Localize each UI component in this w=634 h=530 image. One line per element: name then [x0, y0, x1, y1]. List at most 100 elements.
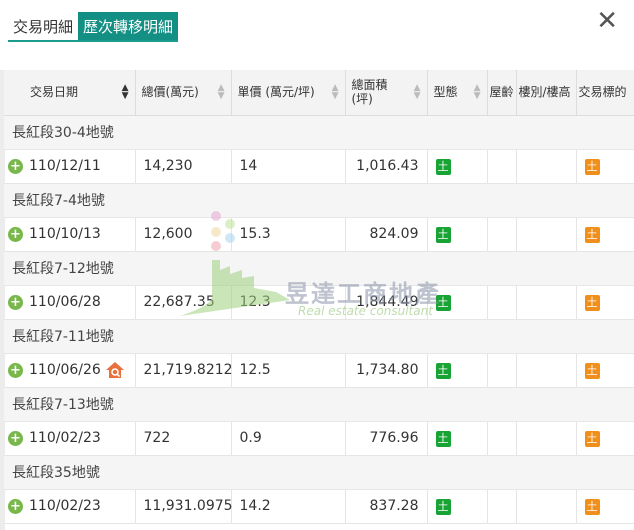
table-row[interactable]: +110/02/23 11,931.0975 14.2 837.28 土 土 — [4, 489, 634, 524]
land-type-badge: 土 — [435, 158, 451, 175]
parcel-name: 長紅段7-12地號 — [4, 251, 634, 286]
transfer-table-container: 交易日期 ▲ ▼ 總價(萬元) ▲ ▼ 單價 (萬元/坪) ▲ ▼ 總面積 (坪) ▲ ▼ 型態… — [4, 70, 634, 530]
land-target-badge[interactable]: 土 — [584, 362, 600, 379]
expand-icon[interactable]: + — [8, 226, 23, 242]
cell-target: 土 — [576, 489, 634, 524]
cell-age — [487, 149, 517, 184]
cell-floor — [516, 421, 577, 456]
cell-floor — [516, 489, 577, 524]
tab-bar: 交易明細 歷次轉移明細 — [8, 12, 179, 42]
expand-icon[interactable]: + — [8, 430, 23, 446]
cell-type: 土 — [427, 285, 488, 320]
table-row[interactable]: +110/06/26 21,719.8212 12.5 1,734.80 土 土 — [4, 353, 634, 388]
cell-type: 土 — [427, 353, 488, 388]
cell-age — [487, 217, 517, 252]
cell-target: 土 — [576, 285, 634, 320]
cell-unit-price: 15.3 — [231, 217, 346, 252]
parcel-name: 長紅段7-11地號 — [4, 319, 634, 354]
tab-transaction-detail[interactable]: 交易明細 — [8, 12, 79, 42]
column-header-floor: 樓別/樓高 — [516, 70, 577, 116]
cell-date: +110/06/26 — [4, 353, 136, 388]
cell-type: 土 — [427, 217, 488, 252]
cell-date: +110/12/11 — [4, 149, 136, 184]
parcel-name: 長紅段30-4地號 — [4, 115, 634, 150]
cell-age — [487, 421, 517, 456]
parcel-name: 長紅段7-4地號 — [4, 183, 634, 218]
cell-type: 土 — [427, 489, 488, 524]
expand-icon[interactable]: + — [8, 158, 23, 174]
cell-type: 土 — [427, 149, 488, 184]
sort-icon[interactable]: ▲ ▼ — [332, 84, 339, 101]
column-header-total-price[interactable]: 總價(萬元) ▲ ▼ — [135, 70, 232, 116]
cell-date: +110/02/23 — [4, 489, 136, 524]
sort-icon[interactable]: ▲ ▼ — [414, 84, 421, 101]
cell-total-price: 22,687.35 — [135, 285, 232, 320]
parcel-group-row: 長紅段7-13地號 — [4, 387, 634, 422]
parcel-group-row: 長紅段35地號 — [4, 455, 634, 490]
cell-total-price: 12,600 — [135, 217, 232, 252]
column-header-type[interactable]: 型態 ▲ ▼ — [427, 70, 488, 116]
cell-floor — [516, 285, 577, 320]
cell-total-area: 1,734.80 — [345, 353, 428, 388]
column-header-target: 交易標的 — [576, 70, 634, 116]
land-type-badge: 土 — [435, 294, 451, 311]
cell-age — [487, 285, 517, 320]
table-row[interactable]: +110/02/23 722 0.9 776.96 土 土 — [4, 421, 634, 456]
expand-icon[interactable]: + — [8, 498, 23, 514]
cell-date: +110/10/13 — [4, 217, 136, 252]
table-row[interactable]: +110/12/11 14,230 14 1,016.43 土 土 — [4, 149, 634, 184]
cell-total-price: 14,230 — [135, 149, 232, 184]
cell-target: 土 — [576, 149, 634, 184]
parcel-name: 長紅段7-13地號 — [4, 387, 634, 422]
cell-floor — [516, 149, 577, 184]
cell-total-area: 837.28 — [345, 489, 428, 524]
cell-target: 土 — [576, 217, 634, 252]
column-header-age: 屋齡 — [487, 70, 517, 116]
cell-floor — [516, 353, 577, 388]
parcel-group-row: 長紅段7-11地號 — [4, 319, 634, 354]
cell-unit-price: 12.5 — [231, 353, 346, 388]
cell-total-price: 21,719.8212 — [135, 353, 233, 388]
house-search-icon[interactable] — [105, 361, 125, 379]
cell-date: +110/02/23 — [4, 421, 136, 456]
cell-total-price: 722 — [135, 421, 232, 456]
land-type-badge: 土 — [435, 498, 451, 515]
cell-unit-price: 12.3 — [231, 285, 346, 320]
land-target-badge[interactable]: 土 — [584, 430, 600, 447]
column-header-total-area[interactable]: 總面積 (坪) ▲ ▼ — [345, 70, 428, 116]
parcel-group-row: 長紅段7-12地號 — [4, 251, 634, 286]
cell-total-price: 11,931.0975 — [135, 489, 233, 524]
land-target-badge[interactable]: 土 — [584, 226, 600, 243]
sort-icon[interactable]: ▲ ▼ — [218, 84, 225, 101]
cell-total-area: 824.09 — [345, 217, 428, 252]
sort-desc-icon[interactable]: ▲ ▼ — [122, 84, 129, 101]
cell-target: 土 — [576, 421, 634, 456]
cell-type: 土 — [427, 421, 488, 456]
cell-unit-price: 14.2 — [231, 489, 346, 524]
expand-icon[interactable]: + — [8, 362, 23, 378]
land-target-badge[interactable]: 土 — [584, 158, 600, 175]
expand-icon[interactable]: + — [8, 294, 23, 310]
tab-transfer-history[interactable]: 歷次轉移明細 — [78, 12, 179, 42]
close-icon[interactable]: ✕ — [596, 8, 618, 34]
table-row[interactable]: +110/06/28 22,687.35 12.3 1,844.49 土 土 — [4, 285, 634, 320]
parcel-name: 長紅段35地號 — [4, 455, 634, 490]
parcel-group-row: 長紅段7-4地號 — [4, 183, 634, 218]
land-target-badge[interactable]: 土 — [584, 498, 600, 515]
column-header-date[interactable]: 交易日期 ▲ ▼ — [4, 70, 136, 116]
cell-total-area: 1,844.49 — [345, 285, 428, 320]
cell-unit-price: 0.9 — [231, 421, 346, 456]
cell-total-area: 1,016.43 — [345, 149, 428, 184]
transfer-table: 交易日期 ▲ ▼ 總價(萬元) ▲ ▼ 單價 (萬元/坪) ▲ ▼ 總面積 (坪) ▲ ▼ 型態… — [4, 70, 634, 524]
land-target-badge[interactable]: 土 — [584, 294, 600, 311]
table-header-row: 交易日期 ▲ ▼ 總價(萬元) ▲ ▼ 單價 (萬元/坪) ▲ ▼ 總面積 (坪) ▲ ▼ 型態… — [4, 70, 634, 116]
sort-icon[interactable]: ▲ ▼ — [474, 84, 481, 101]
column-header-unit-price[interactable]: 單價 (萬元/坪) ▲ ▼ — [231, 70, 346, 116]
cell-total-area: 776.96 — [345, 421, 428, 456]
cell-age — [487, 489, 517, 524]
cell-target: 土 — [576, 353, 634, 388]
cell-floor — [516, 217, 577, 252]
table-row[interactable]: +110/10/13 12,600 15.3 824.09 土 土 — [4, 217, 634, 252]
cell-age — [487, 353, 517, 388]
cell-date: +110/06/28 — [4, 285, 136, 320]
